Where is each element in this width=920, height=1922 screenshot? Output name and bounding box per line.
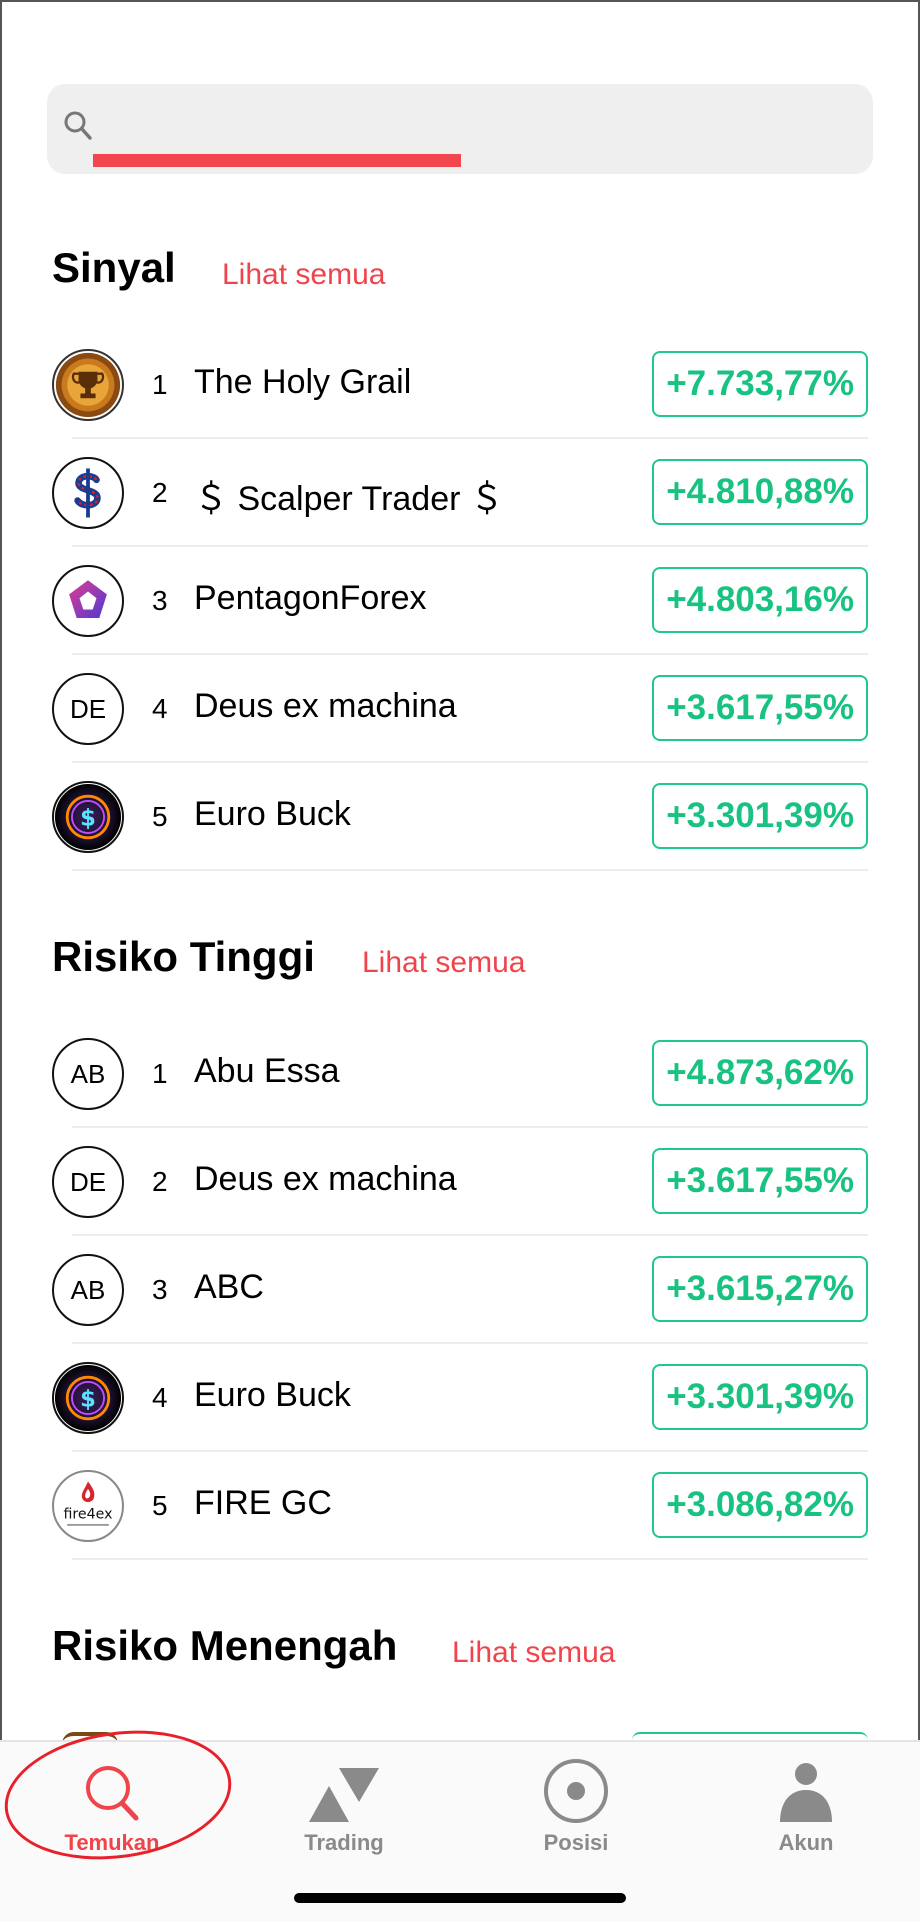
divider — [72, 1558, 868, 1560]
list-item[interactable]: $ 5 Euro Buck +3.301,39% — [0, 763, 920, 871]
see-all-risiko-menengah-link[interactable]: Lihat semua — [452, 1636, 615, 1670]
nav-label: Akun — [778, 1830, 834, 1855]
euro-buck-avatar-icon: $ — [52, 781, 124, 853]
rank-number: 2 — [152, 1166, 168, 1197]
rank-number: 4 — [152, 1382, 168, 1413]
trading-icon — [309, 1768, 379, 1822]
rank-number: 5 — [152, 1490, 168, 1521]
account-icon — [780, 1763, 832, 1822]
list-item[interactable]: 2 ＄ Scalper Trader ＄ +4.810,88% — [0, 439, 920, 547]
posisi-icon — [544, 1759, 608, 1823]
pentagon-avatar-icon — [52, 565, 124, 637]
dollar-avatar-icon — [52, 457, 124, 529]
trader-name: ＄ Scalper Trader ＄ — [194, 480, 504, 518]
list-item[interactable]: AB 1 Abu Essa +4.873,62% — [0, 1020, 920, 1128]
divider — [72, 869, 868, 871]
list-item[interactable]: fire4ex 5 FIRE GC +3.086,82% — [0, 1452, 920, 1560]
trader-name: PentagonForex — [194, 579, 427, 617]
rank-number: 3 — [152, 585, 168, 616]
section-title-sinyal: Sinyal — [52, 244, 176, 291]
rank-number: 1 — [152, 369, 168, 400]
nav-posisi[interactable]: Posisi — [486, 1752, 666, 1856]
rank-number: 3 — [152, 1274, 168, 1305]
return-badge: +3.086,82% — [652, 1472, 868, 1538]
nav-akun[interactable]: Akun — [716, 1752, 896, 1856]
trophy-avatar-icon — [52, 349, 124, 421]
return-badge: +3.301,39% — [652, 783, 868, 849]
rank-number: 2 — [152, 477, 168, 508]
home-indicator — [294, 1893, 626, 1903]
redaction-highlight — [93, 154, 461, 167]
fire4ex-logo-icon: fire4ex — [52, 1470, 124, 1542]
rank-number: 4 — [152, 693, 168, 724]
trader-name: FIRE GC — [194, 1484, 332, 1522]
svg-text:fire4ex: fire4ex — [64, 1506, 113, 1522]
list-item[interactable]: DE 2 Deus ex machina +3.617,55% — [0, 1128, 920, 1236]
return-badge: +3.615,27% — [652, 1256, 868, 1322]
trader-name: Euro Buck — [194, 1376, 351, 1414]
nav-label: Posisi — [543, 1830, 609, 1855]
list-item[interactable]: $ 4 Euro Buck +3.301,39% — [0, 1344, 920, 1452]
search-input[interactable] — [103, 108, 847, 150]
search-bar[interactable] — [47, 84, 873, 174]
search-icon — [64, 111, 92, 140]
return-badge: +3.301,39% — [652, 1364, 868, 1430]
svg-text:$: $ — [80, 806, 96, 832]
initials-avatar: AB — [52, 1038, 124, 1110]
trader-name: Deus ex machina — [194, 687, 457, 725]
return-badge: +4.810,88% — [652, 459, 868, 525]
rank-number: 5 — [152, 801, 168, 832]
see-all-risiko-tinggi-link[interactable]: Lihat semua — [362, 946, 525, 980]
initials-avatar: DE — [52, 673, 124, 745]
list-item[interactable]: DE 4 Deus ex machina +3.617,55% — [0, 655, 920, 763]
rank-number: 1 — [152, 1058, 168, 1089]
return-badge: +4.873,62% — [652, 1040, 868, 1106]
return-badge: +4.803,16% — [652, 567, 868, 633]
return-badge: +3.617,55% — [652, 1148, 868, 1214]
list-item[interactable]: 3 PentagonForex +4.803,16% — [0, 547, 920, 655]
trader-name: ABC — [194, 1268, 264, 1306]
trader-name: Euro Buck — [194, 795, 351, 833]
section-title-risiko-menengah: Risiko Menengah — [52, 1622, 398, 1669]
euro-buck-avatar-icon: $ — [52, 1362, 124, 1434]
initials-avatar: AB — [52, 1254, 124, 1326]
nav-label: Trading — [304, 1830, 384, 1855]
return-badge: +7.733,77% — [652, 351, 868, 417]
section-title-risiko-tinggi: Risiko Tinggi — [52, 933, 315, 980]
trader-name: Abu Essa — [194, 1052, 340, 1090]
list-item[interactable]: 1 The Holy Grail +7.733,77% — [0, 331, 920, 439]
trader-name: Deus ex machina — [194, 1160, 457, 1198]
trader-name: The Holy Grail — [194, 363, 412, 401]
svg-text:$: $ — [80, 1387, 96, 1413]
nav-trading[interactable]: Trading — [254, 1752, 434, 1856]
return-badge: +3.617,55% — [652, 675, 868, 741]
see-all-sinyal-link[interactable]: Lihat semua — [222, 258, 385, 292]
list-item[interactable]: AB 3 ABC +3.615,27% — [0, 1236, 920, 1344]
initials-avatar: DE — [52, 1146, 124, 1218]
